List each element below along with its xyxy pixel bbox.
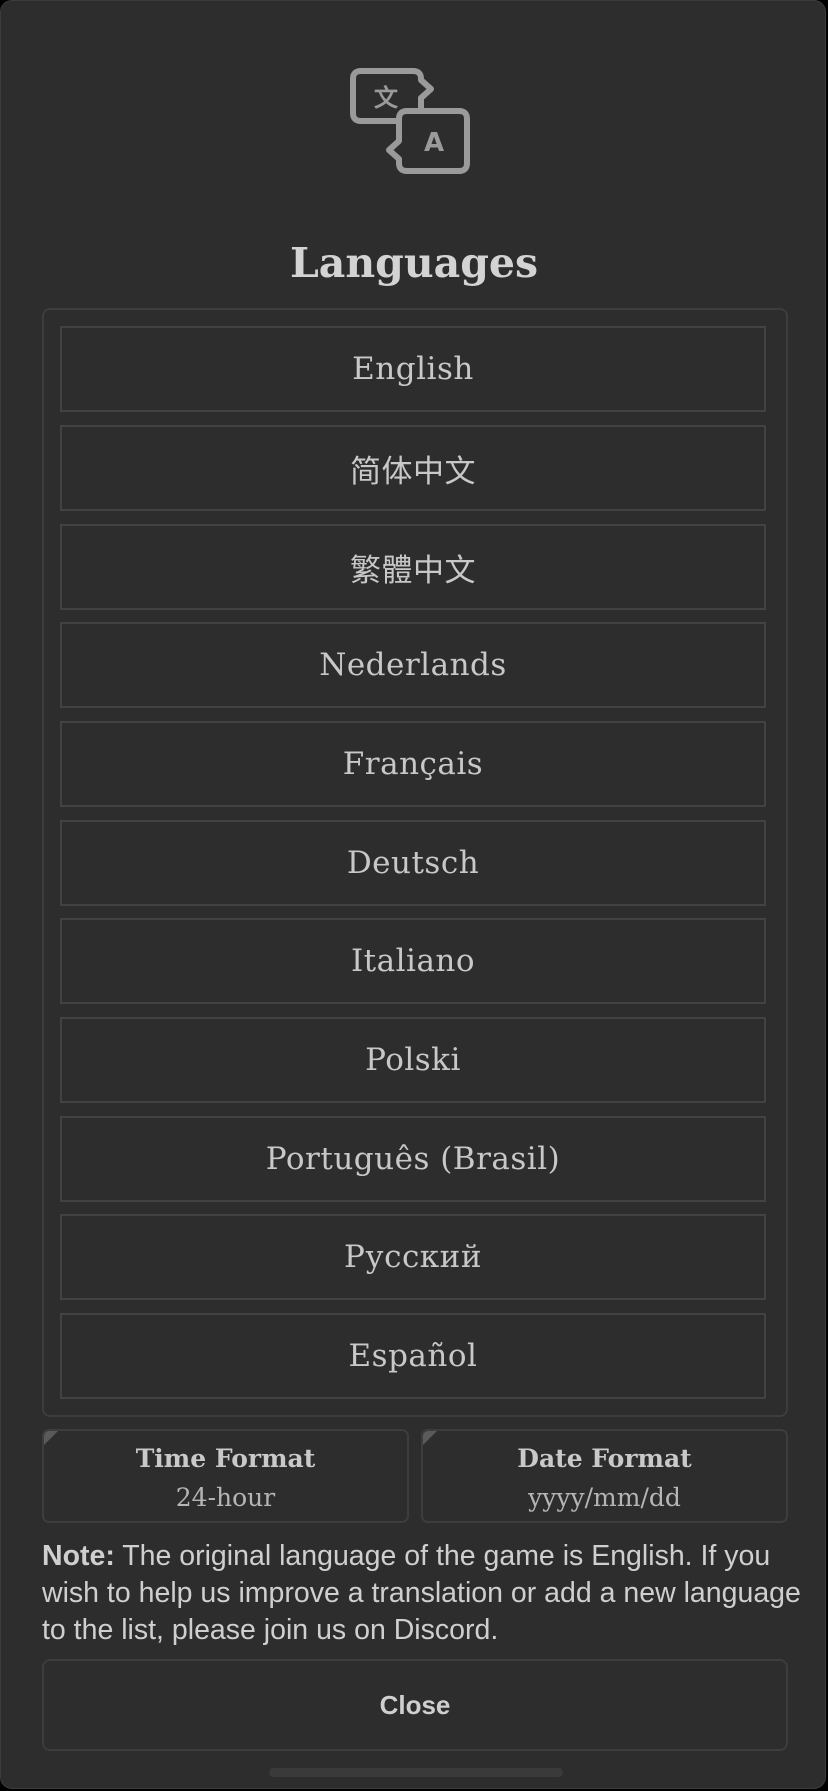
close-button[interactable]: Close (42, 1659, 788, 1751)
time-format-label: Time Format (135, 1444, 316, 1473)
language-option-simplified-chinese[interactable]: 简体中文 (60, 425, 766, 511)
time-format-selector[interactable]: Time Format 24-hour (42, 1429, 409, 1523)
language-option-label: Italiano (350, 943, 476, 979)
language-option-label: Polski (365, 1042, 461, 1078)
dialog-title: Languages (289, 239, 539, 287)
translate-icon-glyph-left: 文 (374, 84, 399, 112)
language-option-italian[interactable]: Italiano (60, 918, 766, 1004)
language-option-dutch[interactable]: Nederlands (60, 622, 766, 708)
close-button-label: Close (379, 1689, 451, 1720)
language-option-traditional-chinese[interactable]: 繁體中文 (60, 524, 766, 610)
language-option-label: Deutsch (346, 845, 480, 881)
time-format-value: 24-hour (175, 1483, 276, 1512)
date-format-value: yyyy/mm/dd (528, 1483, 681, 1512)
language-option-german[interactable]: Deutsch (60, 820, 766, 906)
translation-note: Note: The original language of the game … (42, 1538, 802, 1649)
language-option-label: English (352, 351, 474, 387)
language-option-polish[interactable]: Polski (60, 1017, 766, 1103)
language-option-label: Español (348, 1338, 478, 1374)
languages-dialog: 文 A Languages English 简体中文 繁體中文 Nederlan… (0, 0, 826, 1789)
language-option-label: Français (342, 746, 484, 782)
language-option-english[interactable]: English (60, 326, 766, 412)
language-list: English 简体中文 繁體中文 Nederlands Français De… (42, 308, 788, 1417)
language-option-label: 简体中文 (350, 453, 476, 490)
translate-icon-glyph-right: A (424, 128, 444, 158)
home-indicator[interactable] (269, 1768, 563, 1777)
date-format-label: Date Format (517, 1444, 692, 1473)
language-option-spanish[interactable]: Español (60, 1313, 766, 1399)
language-option-portuguese-brazil[interactable]: Português (Brasil) (60, 1116, 766, 1202)
date-format-selector[interactable]: Date Format yyyy/mm/dd (421, 1429, 788, 1523)
language-option-french[interactable]: Français (60, 721, 766, 807)
language-option-label: Nederlands (319, 647, 507, 683)
translate-icon: 文 A (350, 68, 470, 174)
language-option-label: 繁體中文 (350, 552, 476, 589)
language-option-russian[interactable]: Русский (60, 1214, 766, 1300)
note-text: The original language of the game is Eng… (42, 1540, 801, 1646)
language-option-label: Português (Brasil) (265, 1141, 561, 1177)
language-option-label: Русский (343, 1239, 483, 1275)
note-prefix: Note: (42, 1540, 115, 1572)
